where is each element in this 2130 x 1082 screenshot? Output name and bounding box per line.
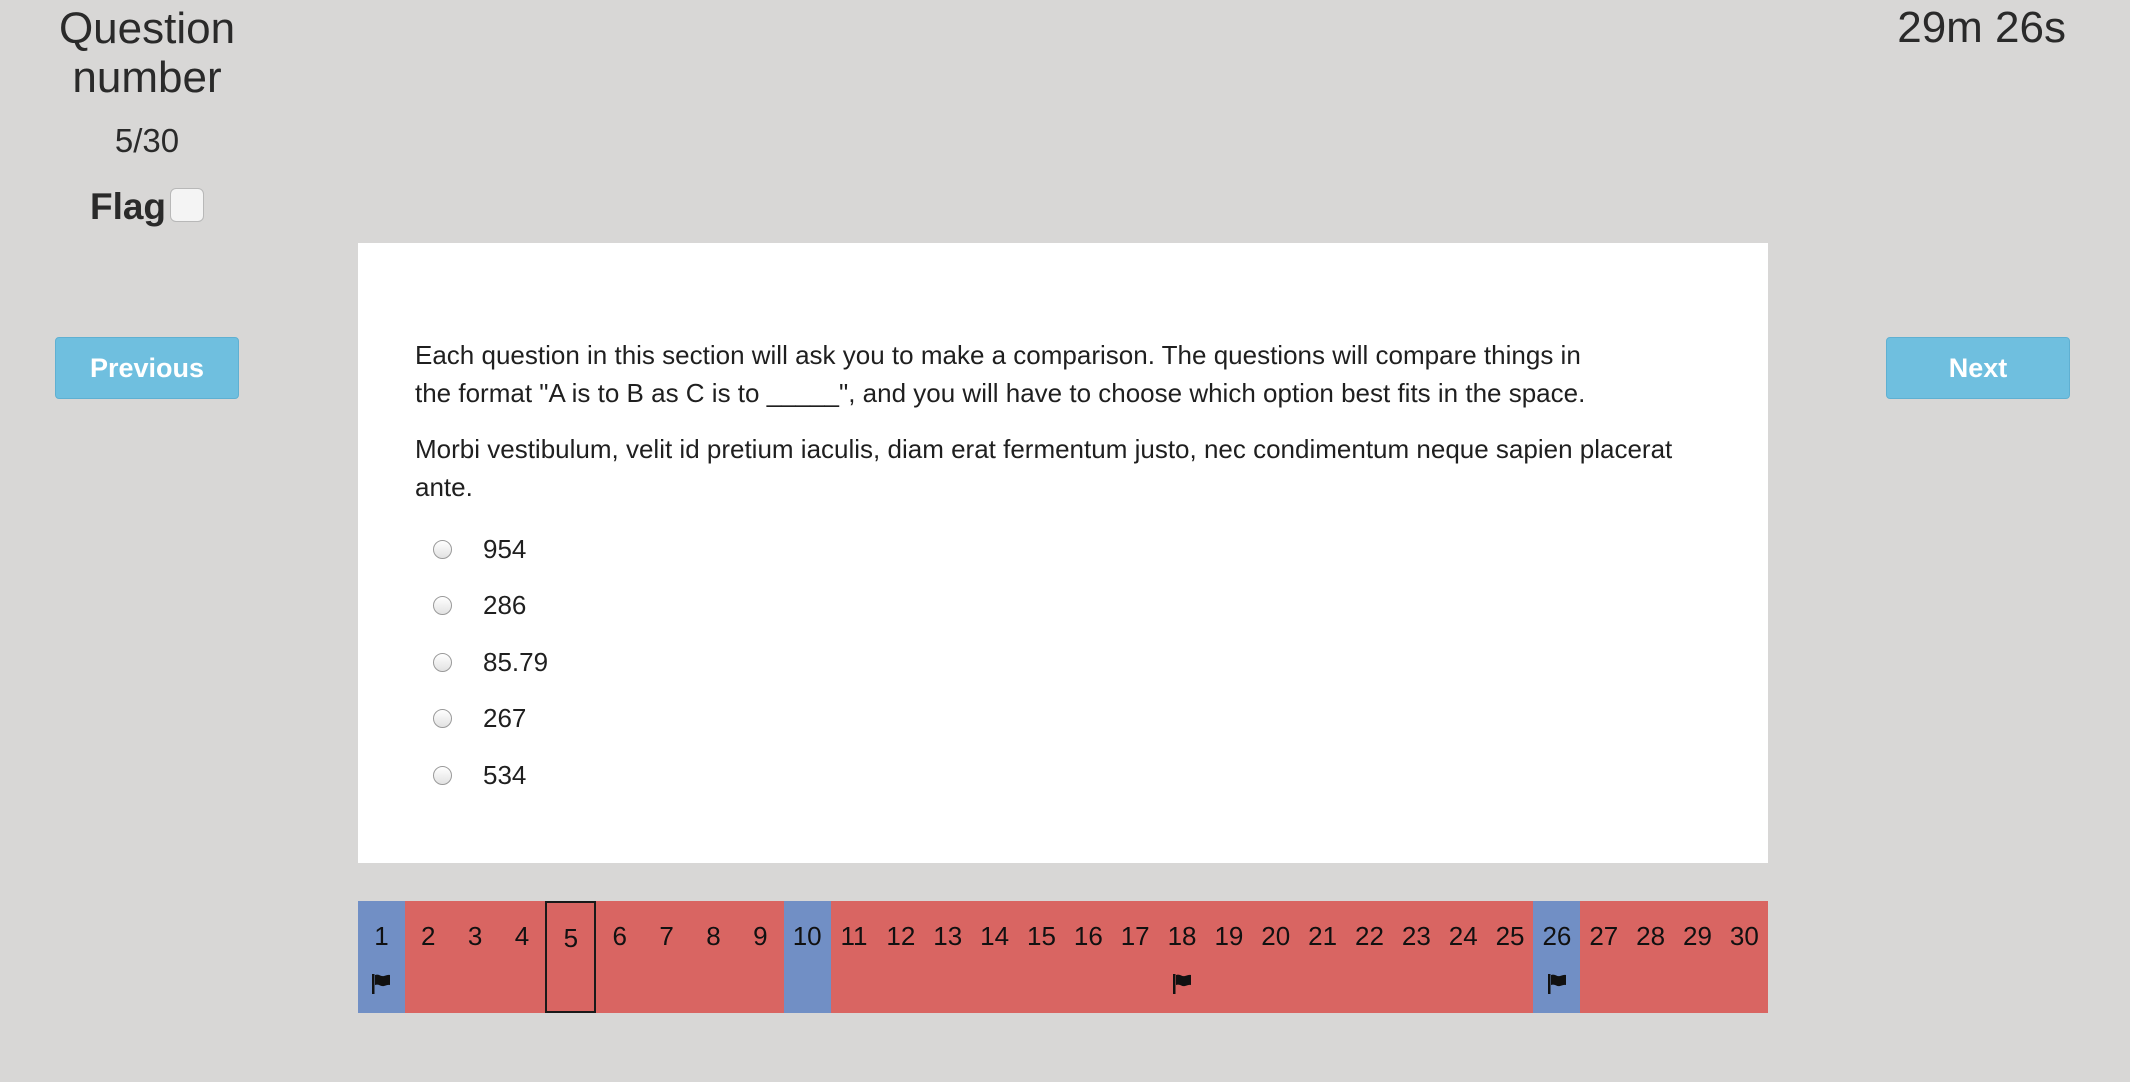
question-nav-number: 10 xyxy=(792,921,822,951)
question-nav-item[interactable]: 14 xyxy=(971,901,1019,1013)
question-nav-number: 20 xyxy=(1261,921,1291,951)
question-prompt: Morbi vestibulum, velit id pretium iacul… xyxy=(415,434,1673,502)
previous-button[interactable]: Previous xyxy=(55,337,239,399)
question-nav-item[interactable]: 20 xyxy=(1252,901,1300,1013)
question-nav-item[interactable]: 11 xyxy=(830,901,878,1013)
question-navigator: 1 2 3 4 5 6 7 8 9 10 11 12 13 14 15 16 17 18 19 20 21 22 23 24 2… xyxy=(358,901,1768,1013)
question-nav-number: 8 xyxy=(706,921,721,951)
answer-option[interactable]: 267 xyxy=(415,691,1710,748)
question-nav-number: 30 xyxy=(1729,921,1759,951)
question-nav-item[interactable]: 15 xyxy=(1018,901,1065,1013)
question-nav-item[interactable]: 19 xyxy=(1205,901,1253,1013)
answer-option[interactable]: 534 xyxy=(415,747,1710,804)
question-nav-item[interactable]: 17 xyxy=(1111,901,1159,1013)
question-nav-item[interactable]: 5 xyxy=(545,901,597,1013)
question-nav-number: 21 xyxy=(1308,921,1338,951)
question-nav-number: 16 xyxy=(1073,921,1103,951)
question-nav-item[interactable]: 9 xyxy=(736,901,784,1013)
question-nav-number: 7 xyxy=(659,921,674,951)
radio-button[interactable] xyxy=(433,539,452,559)
answer-option[interactable]: 286 xyxy=(415,578,1710,635)
answer-option-label: 534 xyxy=(483,759,527,790)
radio-button[interactable] xyxy=(433,765,452,785)
question-nav-item[interactable]: 23 xyxy=(1392,901,1440,1013)
question-nav-item[interactable]: 1 xyxy=(358,901,405,1013)
answer-option-label: 85.79 xyxy=(483,646,549,677)
question-nav-number: 12 xyxy=(886,921,916,951)
flag-checkbox[interactable] xyxy=(170,188,205,222)
question-nav-item[interactable]: 22 xyxy=(1346,901,1393,1013)
question-instructions: Each question in this section will ask y… xyxy=(415,340,1586,408)
question-nav-number: 23 xyxy=(1401,921,1431,951)
question-nav-number: 26 xyxy=(1542,921,1572,951)
question-nav-item[interactable]: 29 xyxy=(1674,901,1721,1013)
answer-option-label: 267 xyxy=(483,703,527,734)
question-number-title: Question number xyxy=(58,4,236,102)
question-nav-item[interactable]: 28 xyxy=(1627,901,1675,1013)
question-nav-item[interactable]: 6 xyxy=(596,901,644,1013)
question-nav-number: 27 xyxy=(1589,921,1619,951)
radio-button[interactable] xyxy=(433,596,452,616)
question-card: Each question in this section will ask y… xyxy=(358,243,1768,863)
radio-button[interactable] xyxy=(433,652,452,672)
question-number-panel: Question number 5/30 Flag xyxy=(0,0,294,228)
flag-icon xyxy=(1547,974,1566,994)
question-nav-number: 13 xyxy=(933,921,963,951)
question-nav-number: 9 xyxy=(753,921,768,951)
question-nav-number: 6 xyxy=(612,921,627,951)
question-nav-item[interactable]: 30 xyxy=(1720,901,1768,1013)
question-nav-item[interactable]: 24 xyxy=(1439,901,1487,1013)
question-nav-number: 5 xyxy=(563,923,579,953)
answer-options: 954 286 85.79 267 534 xyxy=(415,521,1710,804)
flag-control: Flag xyxy=(0,186,294,228)
flag-label: Flag xyxy=(89,186,167,227)
question-nav-number: 2 xyxy=(421,921,436,951)
answer-option-label: 954 xyxy=(483,533,527,564)
question-nav-item[interactable]: 13 xyxy=(924,901,972,1013)
question-nav-item[interactable]: 12 xyxy=(877,901,925,1013)
countdown-timer: 29m 26s xyxy=(1897,3,2066,52)
question-nav-number: 24 xyxy=(1448,921,1478,951)
question-nav-item[interactable]: 4 xyxy=(498,901,546,1013)
answer-option[interactable]: 85.79 xyxy=(415,634,1710,691)
question-nav-item[interactable]: 27 xyxy=(1580,901,1628,1013)
question-nav-item[interactable]: 18 xyxy=(1158,901,1206,1013)
question-nav-item[interactable]: 3 xyxy=(451,901,499,1013)
question-nav-item[interactable]: 10 xyxy=(783,901,831,1013)
question-nav-number: 4 xyxy=(514,921,530,951)
question-nav-number: 1 xyxy=(374,921,389,951)
question-nav-number: 22 xyxy=(1355,921,1384,951)
question-progress: 5/30 xyxy=(114,122,180,159)
next-button[interactable]: Next xyxy=(1886,337,2070,399)
question-nav-item[interactable]: 26 xyxy=(1533,901,1581,1013)
radio-button[interactable] xyxy=(433,709,452,729)
question-nav-number: 17 xyxy=(1120,921,1150,951)
question-nav-number: 25 xyxy=(1495,921,1525,951)
question-nav-number: 11 xyxy=(840,921,868,951)
question-nav-item[interactable]: 7 xyxy=(643,901,691,1013)
question-nav-item[interactable]: 8 xyxy=(690,901,737,1013)
flag-icon xyxy=(1173,974,1192,994)
question-nav-item[interactable]: 21 xyxy=(1299,901,1347,1013)
question-nav-number: 14 xyxy=(980,921,1010,951)
question-nav-number: 18 xyxy=(1167,921,1197,951)
answer-option[interactable]: 954 xyxy=(415,521,1710,578)
question-nav-number: 19 xyxy=(1214,921,1244,951)
question-nav-number: 3 xyxy=(467,921,483,951)
question-nav-number: 29 xyxy=(1683,921,1712,951)
question-nav-number: 15 xyxy=(1027,921,1056,951)
question-nav-item[interactable]: 25 xyxy=(1486,901,1534,1013)
question-nav-item[interactable]: 16 xyxy=(1064,901,1112,1013)
question-nav-number: 28 xyxy=(1636,921,1666,951)
question-nav-item[interactable]: 2 xyxy=(404,901,452,1013)
answer-option-label: 286 xyxy=(483,590,527,621)
flag-icon xyxy=(372,974,391,994)
